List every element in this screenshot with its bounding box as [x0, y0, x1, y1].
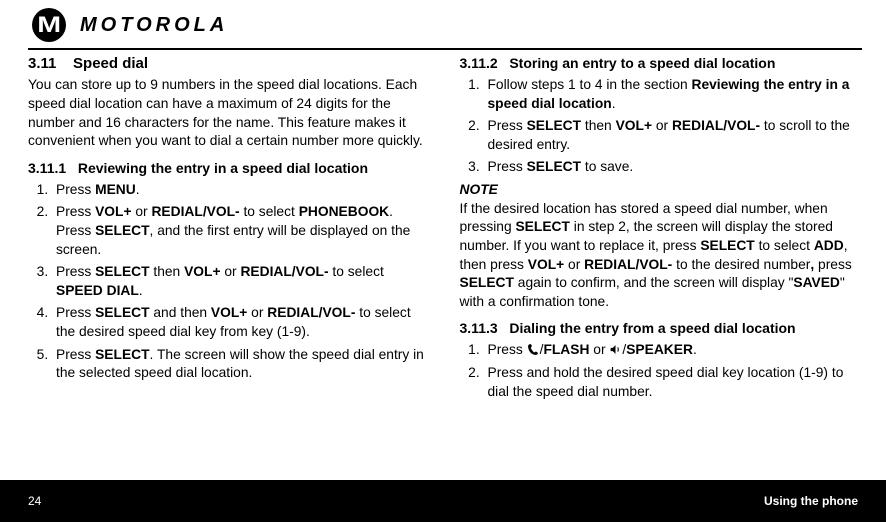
list-item: Press SELECT then VOL+ or REDIAL/VOL- to…: [484, 117, 863, 154]
subsection-number: 3.11.3: [460, 320, 498, 336]
subsection-title: Storing an entry to a speed dial locatio…: [509, 55, 775, 71]
note-block: NOTE If the desired location has stored …: [460, 181, 863, 311]
list-item: Press SELECT to save.: [484, 158, 863, 177]
list-item: Press MENU.: [52, 181, 431, 200]
content-columns: 3.11 Speed dial You can store up to 9 nu…: [28, 54, 862, 466]
subsection-title: Dialing the entry from a speed dial loca…: [509, 320, 795, 336]
manual-page: M MOTOROLA 3.11 Speed dial You can store…: [0, 0, 886, 522]
list-item: Press and hold the desired speed dial ke…: [484, 364, 863, 401]
store-steps: Follow steps 1 to 4 in the section Revie…: [460, 76, 863, 177]
left-column: 3.11 Speed dial You can store up to 9 nu…: [28, 54, 445, 466]
list-item: Press SELECT. The screen will show the s…: [52, 346, 431, 383]
list-item: Press SELECT and then VOL+ or REDIAL/VOL…: [52, 304, 431, 341]
page-sheet: M MOTOROLA 3.11 Speed dial You can store…: [0, 0, 886, 480]
note-label: NOTE: [460, 182, 498, 197]
subsection-heading-2: 3.11.2 Storing an entry to a speed dial …: [460, 54, 863, 73]
subsection-number: 3.11.2: [460, 55, 498, 71]
list-item: Press SELECT then VOL+ or REDIAL/VOL- to…: [52, 263, 431, 300]
subsection-heading-3: 3.11.3 Dialing the entry from a speed di…: [460, 319, 863, 338]
section-intro: You can store up to 9 numbers in the spe…: [28, 76, 431, 151]
list-item: Press /FLASH or /SPEAKER.: [484, 341, 863, 360]
dial-steps: Press /FLASH or /SPEAKER. Press and hold…: [460, 341, 863, 401]
subsection-number: 3.11.1: [28, 160, 66, 176]
section-title: Speed dial: [73, 55, 148, 72]
section-heading: 3.11 Speed dial: [28, 54, 431, 74]
right-column: 3.11.2 Storing an entry to a speed dial …: [445, 54, 863, 466]
speaker-icon: [609, 342, 622, 357]
subsection-heading-1: 3.11.1 Reviewing the entry in a speed di…: [28, 159, 431, 178]
header-rule: [28, 48, 862, 50]
brand-header: M MOTOROLA: [32, 6, 854, 44]
page-footer: 24 Using the phone: [0, 480, 886, 522]
footer-section-label: Using the phone: [764, 494, 858, 508]
section-number: 3.11: [28, 55, 56, 72]
page-number: 24: [28, 494, 41, 508]
list-item: Press VOL+ or REDIAL/VOL- to select PHON…: [52, 203, 431, 259]
review-steps: Press MENU. Press VOL+ or REDIAL/VOL- to…: [28, 181, 431, 383]
motorola-logo-icon: M: [32, 8, 66, 42]
subsection-title: Reviewing the entry in a speed dial loca…: [78, 160, 368, 176]
brand-name: MOTOROLA: [80, 14, 228, 37]
list-item: Follow steps 1 to 4 in the section Revie…: [484, 76, 863, 113]
handset-icon: [527, 342, 540, 357]
